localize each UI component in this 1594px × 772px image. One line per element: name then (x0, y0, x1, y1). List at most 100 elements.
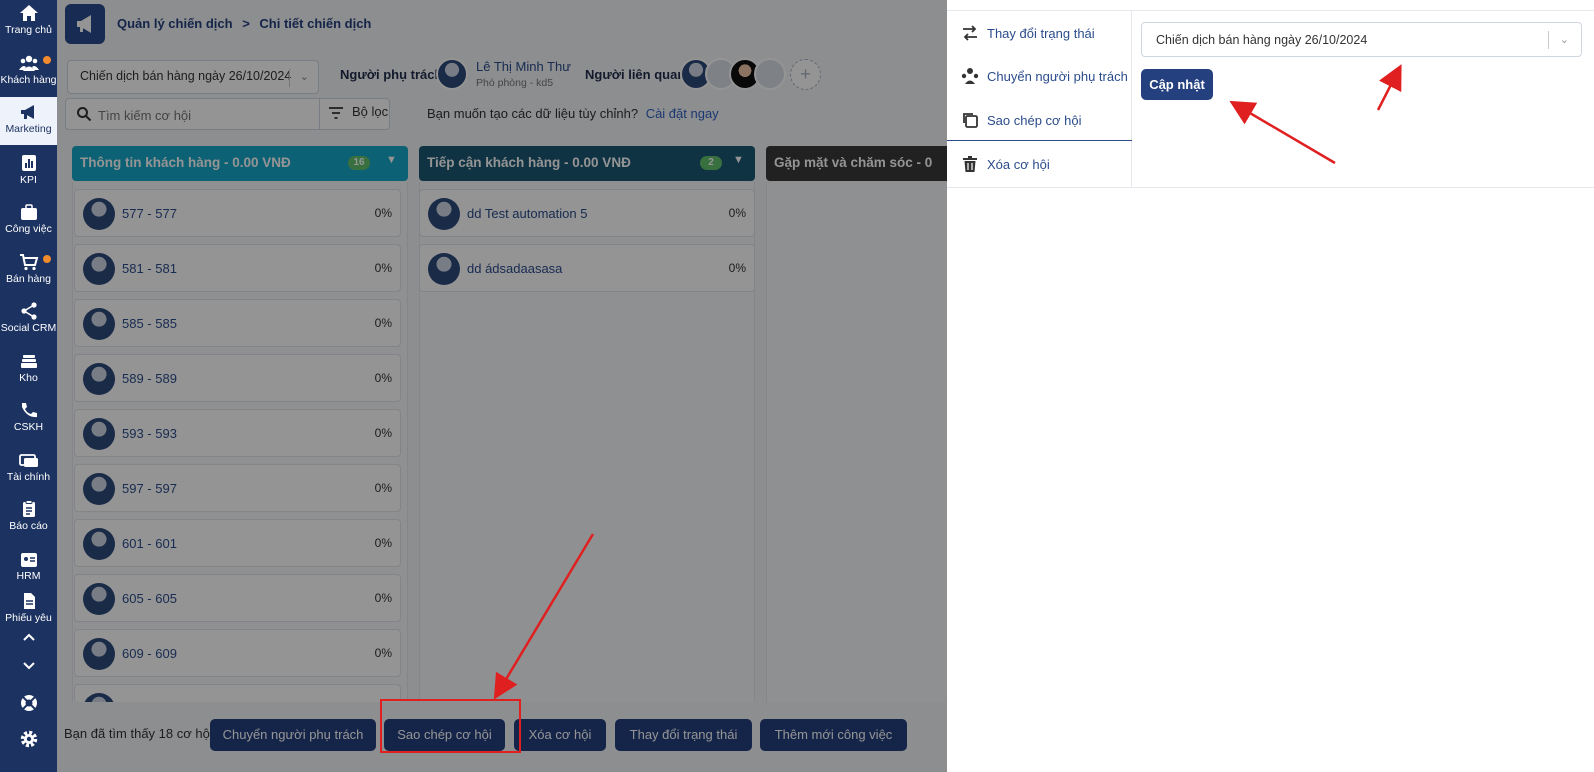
gear-icon (20, 730, 37, 748)
opportunity-progress: 0% (374, 591, 392, 605)
menu-item-label: Xóa cơ hội (987, 157, 1050, 172)
chevron-up-icon (22, 633, 35, 641)
setup-now-link[interactable]: Cài đặt ngay (646, 106, 719, 121)
opportunity-name[interactable]: 593 - 593 (122, 426, 177, 441)
opportunity-card[interactable]: 581 - 581 0% (74, 244, 401, 292)
avatar (428, 253, 460, 285)
chevron-down-icon: ⌄ (1559, 34, 1569, 46)
sidebar-item-sales[interactable]: Bán hàng (0, 253, 57, 285)
phone-icon (21, 403, 37, 418)
copy-opportunity-button[interactable]: Sao chép cơ hội (384, 719, 505, 751)
clipboard-icon (22, 500, 35, 517)
sidebar-item-hrm[interactable]: HRM (0, 550, 57, 582)
search-input[interactable] (98, 105, 313, 125)
opportunity-card[interactable]: dd ádsadaasasa 0% (419, 244, 755, 292)
opportunity-name[interactable]: 601 - 601 (122, 536, 177, 551)
opportunity-name[interactable]: 577 - 577 (122, 206, 177, 221)
sidebar-item-kpi[interactable]: KPI (0, 154, 57, 186)
breadcrumb-parent-link[interactable]: Quản lý chiến dịch (117, 16, 233, 31)
sidebar-item-label: Trang chủ (5, 24, 52, 36)
avatar (83, 308, 115, 340)
sidebar-item-label: KPI (20, 174, 37, 186)
filter-button[interactable]: Bộ lọc (328, 104, 388, 119)
opportunity-card[interactable] (74, 684, 401, 702)
sidebar-item-tasks[interactable]: Công việc (0, 203, 57, 235)
settings-button[interactable] (0, 729, 57, 752)
menu-item-copy-opportunity[interactable]: Sao chép cơ hội (947, 98, 1132, 141)
users-icon (18, 55, 39, 71)
id-card-icon (20, 553, 37, 567)
opportunity-name[interactable]: dd Test automation 5 (467, 206, 587, 221)
opportunity-card[interactable]: 577 - 577 0% (74, 189, 401, 237)
opportunity-card[interactable]: 605 - 605 0% (74, 574, 401, 622)
sidebar-item-label: Tài chính (6, 471, 51, 483)
opportunity-card[interactable]: 609 - 609 0% (74, 629, 401, 677)
sidebar-item-label: Marketing (5, 123, 52, 135)
menu-item-label: Chuyển người phụ trách (987, 69, 1128, 84)
campaign-select[interactable]: Chiến dịch bán hàng ngày 26/10/2024 ⌄ (67, 60, 319, 94)
menu-item-change-status[interactable]: Thay đổi trạng thái (947, 11, 1132, 54)
share-icon (20, 302, 37, 320)
target-campaign-value: Chiến dịch bán hàng ngày 26/10/2024 (1156, 33, 1368, 47)
pipeline-column-header[interactable]: Tiếp cận khách hàng - 0.00 VNĐ 2 ▼ (419, 146, 755, 181)
opportunity-card[interactable]: 593 - 593 0% (74, 409, 401, 457)
opportunity-name[interactable]: 585 - 585 (122, 316, 177, 331)
sidebar-item-label: Phiếu yêu (5, 612, 52, 624)
sidebar-item-label: Bán hàng (6, 273, 51, 285)
change-status-button[interactable]: Thay đổi trạng thái (615, 719, 752, 751)
sidebar-item-social-crm[interactable]: Social CRM (0, 302, 57, 334)
opportunity-name[interactable]: dd ádsadaasasa (467, 261, 562, 276)
target-campaign-select[interactable]: Chiến dịch bán hàng ngày 26/10/2024 ⌄ (1141, 22, 1582, 57)
sidebar-item-warehouse[interactable]: Kho (0, 352, 57, 384)
scroll-down-button[interactable] (0, 659, 57, 674)
opportunity-card[interactable]: dd Test automation 5 0% (419, 189, 755, 237)
chevron-down-icon (22, 662, 35, 670)
update-button[interactable]: Cập nhật (1141, 69, 1213, 100)
caret-down-icon[interactable]: ▼ (733, 154, 744, 166)
sidebar-item-requests[interactable]: Phiếu yêu (0, 592, 57, 624)
opportunity-name[interactable]: 597 - 597 (122, 481, 177, 496)
copy-icon (963, 113, 978, 128)
search-bar: Bộ lọc (65, 98, 390, 130)
owner-role: Phó phòng - kd5 (476, 77, 554, 89)
delete-opportunity-button[interactable]: Xóa cơ hội (514, 719, 606, 751)
scroll-up-button[interactable] (0, 630, 57, 645)
sidebar-item-reports[interactable]: Báo cáo (0, 500, 57, 532)
transfer-owner-button[interactable]: Chuyển người phụ trách (210, 719, 376, 751)
sidebar-item-customer-care[interactable]: CSKH (0, 401, 57, 433)
opportunity-card[interactable]: 597 - 597 0% (74, 464, 401, 512)
action-menu: Thay đổi trạng thái Chuyển người phụ trá… (947, 11, 1132, 187)
sidebar-item-marketing[interactable]: Marketing (0, 97, 57, 145)
support-button[interactable] (0, 693, 57, 716)
owner-name[interactable]: Lê Thị Minh Thư (476, 59, 571, 74)
campaign-module-badge (65, 4, 105, 44)
sidebar-item-label: Kho (19, 372, 38, 384)
custom-data-question: Bạn muốn tạo các dữ liệu tùy chỉnh? (427, 106, 639, 121)
opportunity-card[interactable]: 585 - 585 0% (74, 299, 401, 347)
menu-item-transfer-owner[interactable]: Chuyển người phụ trách (947, 54, 1132, 97)
opportunity-name[interactable]: 589 - 589 (122, 371, 177, 386)
add-task-button[interactable]: Thêm mới công việc (760, 719, 907, 751)
opportunity-card[interactable]: 601 - 601 0% (74, 519, 401, 567)
sidebar-item-customers[interactable]: Khách hàng (0, 54, 57, 86)
opportunity-progress: 0% (374, 536, 392, 550)
opportunity-name[interactable]: 609 - 609 (122, 646, 177, 661)
pipeline-column-header[interactable]: Gặp mặt và chăm sóc - 0 (766, 146, 966, 181)
transfer-user-icon (961, 68, 979, 84)
caret-down-icon[interactable]: ▼ (386, 154, 397, 166)
opportunity-progress: 0% (374, 481, 392, 495)
filter-icon (329, 106, 343, 119)
sidebar-item-finance[interactable]: Tài chính (0, 451, 57, 483)
opportunity-progress: 0% (728, 261, 746, 275)
add-related-person-button[interactable]: + (790, 59, 821, 90)
menu-item-delete-opportunity[interactable]: Xóa cơ hội (947, 142, 1132, 185)
sidebar-item-home[interactable]: Trang chủ (0, 4, 57, 36)
owner-avatar[interactable] (436, 58, 468, 90)
opportunity-name[interactable]: 605 - 605 (122, 591, 177, 606)
pipeline-column-header[interactable]: Thông tin khách hàng - 0.00 VNĐ 16 ▼ (72, 146, 408, 181)
avatar (83, 473, 115, 505)
related-avatar[interactable] (754, 58, 786, 90)
related-people-label: Người liên quan (585, 67, 686, 82)
opportunity-name[interactable]: 581 - 581 (122, 261, 177, 276)
opportunity-card[interactable]: 589 - 589 0% (74, 354, 401, 402)
